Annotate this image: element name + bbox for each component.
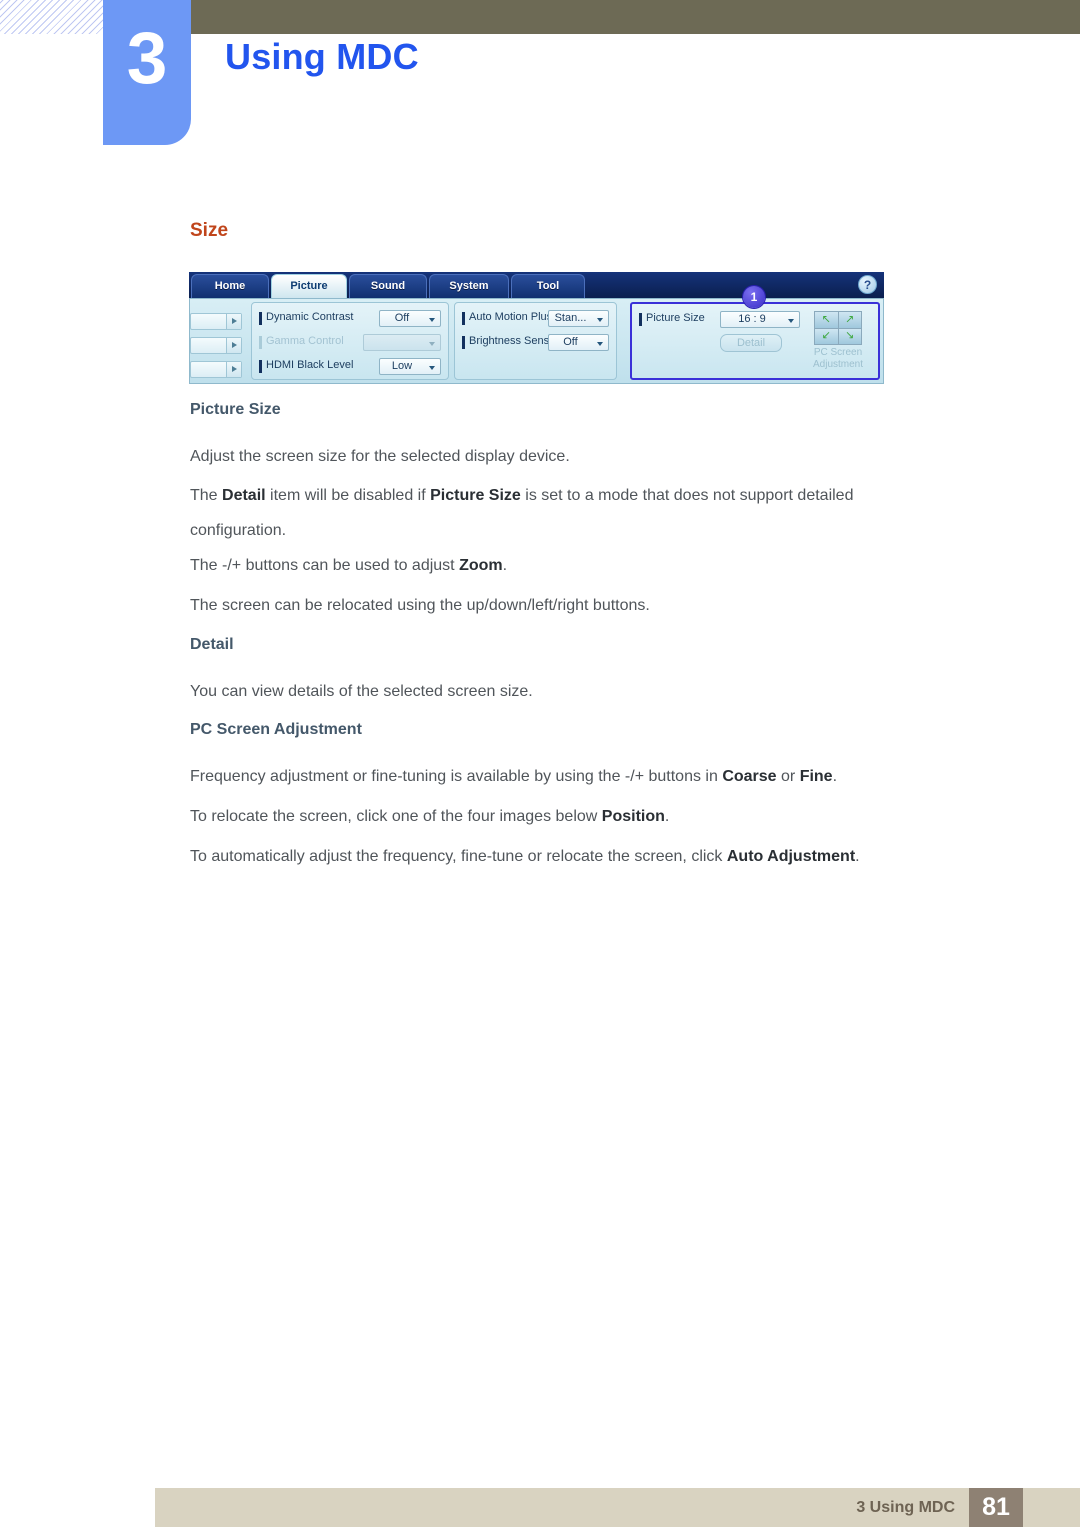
arrow-up-left-icon: ↖ (821, 313, 831, 326)
p6-bold-coarse: Coarse (722, 768, 777, 785)
p6-part-b: or (776, 768, 800, 785)
chevron-right-icon[interactable] (226, 362, 241, 377)
p2-bold-picture-size: Picture Size (430, 487, 521, 504)
p7-part-a: To relocate the screen, click one of the… (190, 808, 602, 825)
brightness-sensor-dropdown[interactable]: Off (548, 334, 609, 351)
p2-part-b: item will be disabled if (265, 487, 431, 504)
chevron-right-icon[interactable] (226, 338, 241, 353)
paragraph-view-details: You can view details of the selected scr… (190, 683, 533, 700)
p6-part-c: . (832, 768, 838, 785)
pc-screen-adjustment-label: PC Screen Adjustment (800, 347, 876, 371)
decorative-hatch-pattern (0, 0, 104, 34)
tab-system[interactable]: System (429, 274, 509, 298)
mdc-side-column (190, 299, 246, 383)
paragraph-zoom-buttons: The -/+ buttons can be used to adjust Zo… (190, 548, 950, 583)
bullet-icon (639, 313, 642, 326)
paragraph-frequency-adjustment: Frequency adjustment or fine-tuning is a… (190, 759, 950, 794)
p7-bold-position: Position (601, 808, 665, 825)
tab-home[interactable]: Home (191, 274, 269, 298)
position-cell-top-right[interactable]: ↗ (838, 312, 861, 328)
position-grid-icon[interactable]: ↖ ↗ ↙ ↘ (814, 311, 862, 345)
p3-part-a: The -/+ buttons can be used to adjust (190, 557, 460, 574)
section-heading: Size (190, 220, 229, 241)
paragraph-auto-adjustment: To automatically adjust the frequency, f… (190, 839, 950, 874)
p2-bold-detail: Detail (222, 487, 266, 504)
auto-motion-plus-dropdown[interactable]: Stan... (548, 310, 609, 327)
detail-button[interactable]: Detail (720, 334, 782, 352)
tab-sound[interactable]: Sound (349, 274, 427, 298)
paragraph-detail-disabled: The Detail item will be disabled if Pict… (190, 478, 950, 548)
tab-picture[interactable]: Picture (271, 274, 347, 298)
chapter-number-block: 3 (103, 0, 191, 145)
mdc-tab-strip: Home Picture Sound System Tool ? (189, 272, 884, 298)
hdmi-black-level-dropdown[interactable]: Low (379, 358, 441, 375)
position-cell-top-left[interactable]: ↖ (815, 312, 838, 328)
sub-heading-detail: Detail (190, 636, 234, 653)
setting-label: HDMI Black Level (266, 359, 354, 371)
bullet-icon (462, 312, 465, 325)
p8-part-a: To automatically adjust the frequency, f… (190, 848, 727, 865)
p2-part-a: The (190, 487, 223, 504)
callout-badge-1: 1 (743, 286, 765, 308)
pc-screen-adjustment-control[interactable]: ↖ ↗ ↙ ↘ PC Screen Adjustment (800, 311, 876, 375)
dropdown-value: 16 : 9 (738, 313, 766, 325)
picture-settings-panel-left: Dynamic Contrast Off Gamma Control HDMI … (251, 302, 449, 380)
size-settings-panel-highlighted: Picture Size 16 : 9 Detail ↖ ↗ ↙ ↘ PC Sc… (630, 302, 880, 380)
position-cell-bottom-right[interactable]: ↘ (838, 328, 861, 344)
p3-part-c: . (502, 557, 508, 574)
gamma-control-dropdown (363, 334, 441, 351)
p7-part-c: . (664, 808, 670, 825)
p6-part-a: Frequency adjustment or fine-tuning is a… (190, 768, 723, 785)
chevron-right-icon[interactable] (226, 314, 241, 329)
arrow-up-right-icon: ↗ (845, 313, 855, 326)
position-cell-bottom-left[interactable]: ↙ (815, 328, 838, 344)
chapter-number: 3 (126, 18, 168, 99)
picture-size-dropdown[interactable]: 16 : 9 (720, 311, 800, 328)
side-row[interactable] (190, 361, 242, 378)
paragraph-adjust-screen-size: Adjust the screen size for the selected … (190, 448, 570, 465)
p3-bold-zoom: Zoom (459, 557, 503, 574)
setting-label: Gamma Control (266, 335, 344, 347)
arrow-down-left-icon: ↙ (821, 329, 831, 342)
bullet-icon (462, 336, 465, 349)
dropdown-value: Off (563, 336, 578, 348)
paragraph-relocate-screen: The screen can be relocated using the up… (190, 597, 650, 614)
setting-label: Auto Motion Plus (469, 311, 553, 323)
dropdown-value: Off (394, 312, 410, 324)
help-icon[interactable]: ? (858, 275, 877, 294)
bullet-icon (259, 336, 262, 349)
paragraph-position-images: To relocate the screen, click one of the… (190, 799, 950, 834)
dropdown-value: Stan... (554, 312, 587, 324)
p6-bold-fine: Fine (799, 768, 833, 785)
dynamic-contrast-dropdown[interactable]: Off (379, 310, 441, 327)
pcsa-label-line1: PC Screen (813, 347, 863, 358)
footer-chapter-label: 3 Using MDC (856, 1499, 955, 1516)
arrow-down-right-icon: ↘ (845, 329, 855, 342)
setting-label: Dynamic Contrast (266, 311, 354, 323)
pcsa-label-line2: Adjustment (812, 359, 864, 370)
chapter-title: Using MDC (225, 36, 419, 77)
tab-tool[interactable]: Tool (511, 274, 585, 298)
bullet-icon (259, 360, 262, 373)
bullet-icon (259, 312, 262, 325)
page-header-bar (190, 0, 1080, 34)
p8-part-c: . (855, 848, 860, 865)
p8-bold-auto-adjustment: Auto Adjustment (726, 848, 856, 865)
picture-settings-panel-middle: Auto Motion Plus Stan... Brightness Sens… (454, 302, 617, 380)
setting-label: Picture Size (646, 312, 705, 324)
setting-label: Brightness Sensor (469, 335, 559, 347)
dropdown-value: Low (391, 360, 413, 372)
side-row[interactable] (190, 313, 242, 330)
sub-heading-picture-size: Picture Size (190, 401, 281, 418)
side-row[interactable] (190, 337, 242, 354)
mdc-screenshot-figure: Home Picture Sound System Tool ? Dynamic… (189, 272, 884, 384)
footer-page-number: 81 (969, 1488, 1023, 1527)
sub-heading-pc-screen-adjustment: PC Screen Adjustment (190, 721, 362, 738)
